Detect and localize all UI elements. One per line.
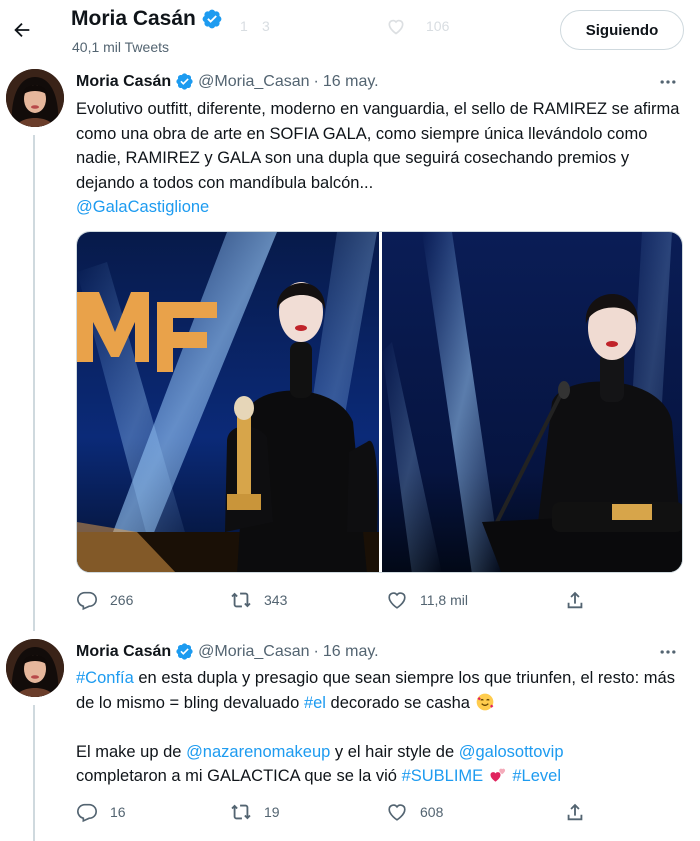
photo-2[interactable] (382, 232, 682, 572)
retweet-button[interactable]: 343 (230, 589, 287, 611)
share-button[interactable] (564, 801, 586, 823)
text-run: decorado se casha (325, 693, 475, 712)
text-run: El make up de (76, 742, 187, 761)
tweet-count: 40,1 mil Tweets (72, 39, 170, 55)
thread-line (33, 705, 35, 841)
smiling-face-with-hearts-icon (476, 693, 493, 710)
thread-line (33, 135, 35, 631)
reply-count: 266 (110, 592, 134, 608)
retweet-button[interactable]: 19 (230, 801, 280, 823)
heart-icon (388, 804, 406, 821)
verified-badge-icon (202, 9, 222, 29)
more-icon (660, 650, 676, 654)
ghost-count-3: 106 (426, 18, 450, 34)
reply-icon (77, 591, 97, 611)
text-run: y el hair style de (330, 742, 459, 761)
hashtag-link[interactable]: #Level (512, 767, 561, 785)
author-name[interactable]: Moria Casán (76, 73, 171, 91)
separator-dot: · (313, 642, 319, 660)
more-icon (660, 80, 676, 84)
retweet-icon (231, 592, 251, 608)
author-handle[interactable]: @Moria_Casan (198, 73, 309, 91)
hashtag-link[interactable]: #el (304, 694, 326, 712)
following-button[interactable]: Siguiendo (560, 10, 684, 50)
tweet-body: Evolutivo outfitt, diferente, moderno en… (76, 100, 680, 192)
verified-badge-icon (176, 73, 193, 90)
photo-award-image (77, 232, 379, 572)
author-handle[interactable]: @Moria_Casan (198, 643, 309, 661)
retweet-count: 19 (264, 804, 280, 820)
ghost-heart-icon (388, 19, 404, 35)
more-button[interactable] (656, 642, 680, 662)
tweet-date[interactable]: 16 may. (323, 643, 379, 661)
tweet-paragraph-1: #Confía en esta dupla y presagio que sea… (76, 666, 688, 715)
reply-button[interactable]: 16 (76, 801, 126, 823)
photo-speech-image (382, 232, 682, 572)
ghost-count-2: 3 (262, 18, 270, 34)
hashtag-link[interactable]: #SUBLIME (402, 767, 484, 785)
tweet-date[interactable]: 16 may. (323, 73, 379, 91)
header-title: Moria Casán (71, 7, 223, 31)
text-run: completaron a mi GALACTICA que se la vió (76, 767, 402, 785)
back-button[interactable] (4, 12, 40, 48)
ghost-count-1: 1 (240, 18, 248, 34)
like-count: 608 (420, 804, 444, 820)
header-name: Moria Casán (71, 7, 196, 30)
retweet-icon (231, 804, 251, 820)
heart-icon (388, 592, 406, 609)
mention-link[interactable]: @nazarenomakeup (186, 743, 330, 761)
avatar[interactable] (6, 639, 64, 697)
arrow-left-icon (14, 22, 30, 38)
mention-link[interactable]: @galosottovip (459, 743, 564, 761)
separator-dot: · (313, 72, 319, 90)
reply-count: 16 (110, 804, 126, 820)
tweet-header: Moria Casán @Moria_Casan · 16 may. (76, 72, 379, 91)
reply-button[interactable]: 266 (76, 589, 133, 611)
retweet-count: 343 (264, 592, 288, 608)
avatar[interactable] (6, 69, 64, 127)
share-icon (567, 803, 583, 821)
tweet-text: #Confía en esta dupla y presagio que sea… (76, 666, 688, 789)
like-button[interactable]: 11,8 mil (386, 589, 468, 611)
share-button[interactable] (564, 589, 586, 611)
reply-icon (77, 803, 97, 823)
more-button[interactable] (656, 72, 680, 92)
hashtag-link[interactable]: #Confía (76, 669, 134, 687)
tweet-header: Moria Casán @Moria_Casan · 16 may. (76, 642, 379, 661)
author-name[interactable]: Moria Casán (76, 643, 171, 661)
tweet-media (76, 231, 683, 573)
tweet-actions: 16 19 608 (76, 801, 596, 825)
tweet-paragraph-2: El make up de @nazarenomakeup y el hair … (76, 740, 688, 765)
tweet-paragraph-3: completaron a mi GALACTICA que se la vió… (76, 764, 688, 789)
like-button[interactable]: 608 (386, 801, 443, 823)
profile-header: Moria Casán 40,1 mil Tweets 1 3 106 Sigu… (0, 0, 700, 60)
tweet-actions: 266 343 11,8 mil (76, 589, 596, 613)
verified-badge-icon (176, 643, 193, 660)
photo-1[interactable] (77, 232, 379, 572)
tweet-text: Evolutivo outfitt, diferente, moderno en… (76, 97, 688, 220)
like-count: 11,8 mil (420, 592, 468, 608)
two-hearts-icon (490, 768, 505, 782)
mention-link[interactable]: @GalaCastiglione (76, 198, 209, 216)
share-icon (567, 591, 583, 609)
